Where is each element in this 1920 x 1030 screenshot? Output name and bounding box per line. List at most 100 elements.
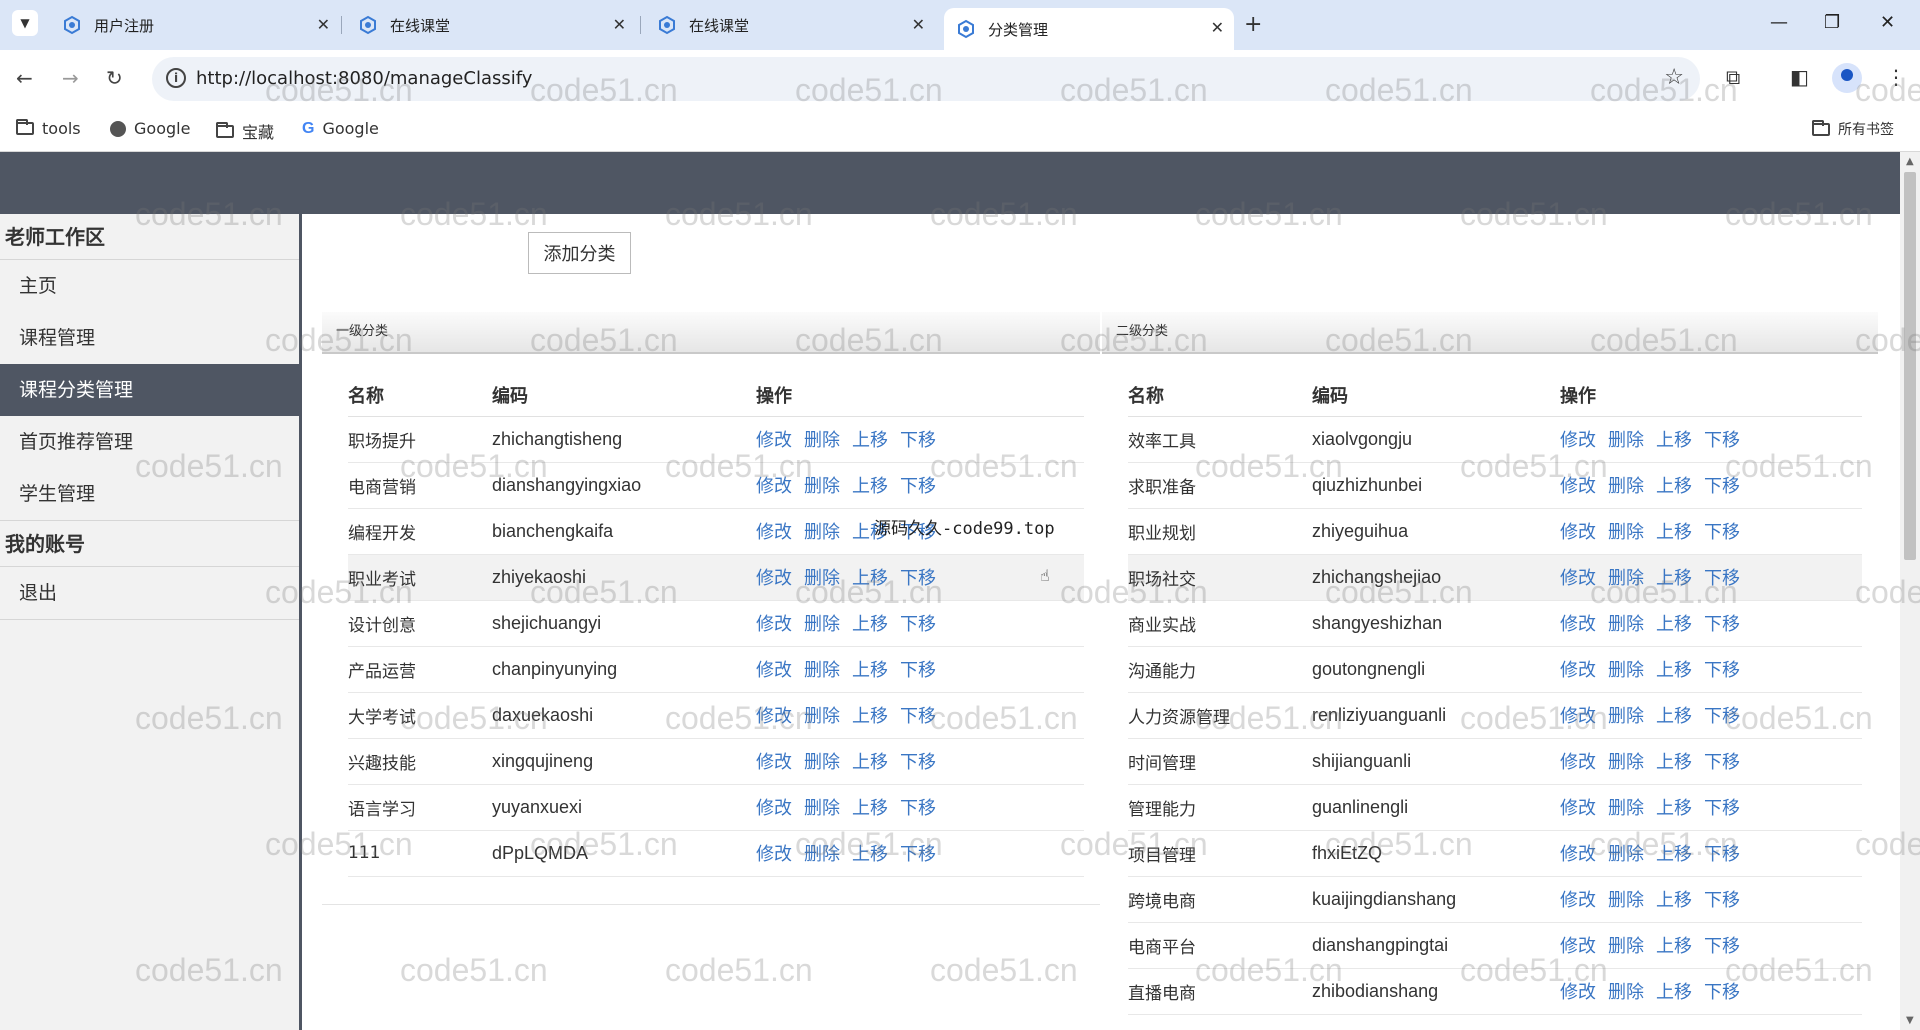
edit-link[interactable]: 修改 bbox=[1560, 798, 1596, 819]
sidebar-item-classify-manage[interactable]: 课程分类管理 bbox=[0, 364, 299, 416]
move-down-link[interactable]: 下移 bbox=[1704, 752, 1740, 773]
tab-online-class-1[interactable]: 在线课堂 ✕ bbox=[346, 8, 636, 42]
delete-link[interactable]: 删除 bbox=[1608, 844, 1644, 865]
move-up-link[interactable]: 上移 bbox=[852, 568, 888, 589]
delete-link[interactable]: 删除 bbox=[804, 522, 840, 543]
delete-link[interactable]: 删除 bbox=[804, 752, 840, 773]
move-down-link[interactable]: 下移 bbox=[900, 798, 936, 819]
move-up-link[interactable]: 上移 bbox=[852, 660, 888, 681]
move-up-link[interactable]: 上移 bbox=[1656, 660, 1692, 681]
delete-link[interactable]: 删除 bbox=[1608, 706, 1644, 727]
delete-link[interactable]: 删除 bbox=[1608, 982, 1644, 1003]
move-up-link[interactable]: 上移 bbox=[1656, 890, 1692, 911]
move-up-link[interactable]: 上移 bbox=[852, 430, 888, 451]
move-down-link[interactable]: 下移 bbox=[900, 476, 936, 497]
scroll-up-icon[interactable]: ▲ bbox=[1906, 156, 1914, 167]
delete-link[interactable]: 删除 bbox=[1608, 614, 1644, 635]
minimize-icon[interactable]: — bbox=[1770, 12, 1788, 33]
edit-link[interactable]: 修改 bbox=[756, 430, 792, 451]
move-down-link[interactable]: 下移 bbox=[1704, 430, 1740, 451]
delete-link[interactable]: 删除 bbox=[804, 844, 840, 865]
edit-link[interactable]: 修改 bbox=[1560, 660, 1596, 681]
move-down-link[interactable]: 下移 bbox=[900, 660, 936, 681]
window-close-icon[interactable]: ✕ bbox=[1880, 12, 1895, 33]
bookmark-google-2[interactable]: G Google bbox=[302, 119, 379, 138]
edit-link[interactable]: 修改 bbox=[1560, 614, 1596, 635]
move-down-link[interactable]: 下移 bbox=[1704, 568, 1740, 589]
move-up-link[interactable]: 上移 bbox=[1656, 614, 1692, 635]
move-down-link[interactable]: 下移 bbox=[900, 430, 936, 451]
edit-link[interactable]: 修改 bbox=[756, 660, 792, 681]
delete-link[interactable]: 删除 bbox=[804, 430, 840, 451]
edit-link[interactable]: 修改 bbox=[1560, 430, 1596, 451]
extensions-puzzle-icon[interactable]: ⧉ bbox=[1726, 65, 1740, 89]
delete-link[interactable]: 删除 bbox=[804, 660, 840, 681]
move-down-link[interactable]: 下移 bbox=[1704, 476, 1740, 497]
edit-link[interactable]: 修改 bbox=[756, 568, 792, 589]
move-down-link[interactable]: 下移 bbox=[1704, 614, 1740, 635]
edit-link[interactable]: 修改 bbox=[756, 844, 792, 865]
restore-icon[interactable]: ❐ bbox=[1824, 12, 1840, 33]
forward-arrow-icon[interactable]: → bbox=[62, 66, 79, 90]
edit-link[interactable]: 修改 bbox=[1560, 706, 1596, 727]
delete-link[interactable]: 删除 bbox=[1608, 752, 1644, 773]
delete-link[interactable]: 删除 bbox=[1608, 522, 1644, 543]
move-down-link[interactable]: 下移 bbox=[1704, 982, 1740, 1003]
sidebar-item-recommend-manage[interactable]: 首页推荐管理 bbox=[0, 416, 299, 468]
move-up-link[interactable]: 上移 bbox=[1656, 798, 1692, 819]
tab-user-register[interactable]: 用户注册 ✕ bbox=[50, 8, 340, 42]
edit-link[interactable]: 修改 bbox=[756, 798, 792, 819]
sidebar-item-logout[interactable]: 退出 bbox=[0, 567, 299, 619]
move-up-link[interactable]: 上移 bbox=[1656, 936, 1692, 957]
edit-link[interactable]: 修改 bbox=[756, 522, 792, 543]
edit-link[interactable]: 修改 bbox=[756, 476, 792, 497]
move-up-link[interactable]: 上移 bbox=[1656, 522, 1692, 543]
move-up-link[interactable]: 上移 bbox=[1656, 752, 1692, 773]
scroll-down-icon[interactable]: ▼ bbox=[1906, 1015, 1914, 1026]
tab-classify-manage[interactable]: 分类管理 ✕ bbox=[944, 8, 1234, 50]
more-menu-icon[interactable]: ⋮ bbox=[1886, 65, 1906, 89]
bookmark-tools[interactable]: tools bbox=[16, 119, 81, 138]
sidebar-item-home[interactable]: 主页 bbox=[0, 260, 299, 312]
delete-link[interactable]: 删除 bbox=[804, 614, 840, 635]
edit-link[interactable]: 修改 bbox=[1560, 844, 1596, 865]
new-tab-plus-icon[interactable]: + bbox=[1244, 12, 1262, 37]
move-up-link[interactable]: 上移 bbox=[1656, 476, 1692, 497]
tab-online-class-2[interactable]: 在线课堂 ✕ bbox=[645, 8, 935, 42]
all-bookmarks[interactable]: 所有书签 bbox=[1812, 119, 1894, 139]
page-scrollbar[interactable]: ▲ ▼ bbox=[1900, 152, 1920, 1030]
address-bar[interactable]: i http://localhost:8080/manageClassify ☆ bbox=[152, 57, 1700, 101]
edit-link[interactable]: 修改 bbox=[1560, 982, 1596, 1003]
edit-link[interactable]: 修改 bbox=[1560, 568, 1596, 589]
sidebar-item-course-manage[interactable]: 课程管理 bbox=[0, 312, 299, 364]
delete-link[interactable]: 删除 bbox=[1608, 476, 1644, 497]
move-down-link[interactable]: 下移 bbox=[1704, 706, 1740, 727]
side-panel-icon[interactable]: ◧ bbox=[1790, 65, 1809, 89]
delete-link[interactable]: 删除 bbox=[804, 476, 840, 497]
url-text[interactable]: http://localhost:8080/manageClassify bbox=[196, 68, 532, 89]
move-up-link[interactable]: 上移 bbox=[1656, 844, 1692, 865]
move-down-link[interactable]: 下移 bbox=[1704, 522, 1740, 543]
edit-link[interactable]: 修改 bbox=[1560, 936, 1596, 957]
move-up-link[interactable]: 上移 bbox=[852, 844, 888, 865]
sidebar-item-student-manage[interactable]: 学生管理 bbox=[0, 468, 299, 520]
bookmark-star-icon[interactable]: ☆ bbox=[1664, 65, 1684, 90]
move-down-link[interactable]: 下移 bbox=[900, 844, 936, 865]
edit-link[interactable]: 修改 bbox=[1560, 890, 1596, 911]
site-info-icon[interactable]: i bbox=[166, 68, 186, 88]
edit-link[interactable]: 修改 bbox=[1560, 522, 1596, 543]
edit-link[interactable]: 修改 bbox=[756, 706, 792, 727]
move-up-link[interactable]: 上移 bbox=[1656, 430, 1692, 451]
delete-link[interactable]: 删除 bbox=[1608, 798, 1644, 819]
tab-search-chevron-icon[interactable]: ▼ bbox=[12, 10, 38, 36]
delete-link[interactable]: 删除 bbox=[1608, 936, 1644, 957]
move-up-link[interactable]: 上移 bbox=[852, 752, 888, 773]
move-up-link[interactable]: 上移 bbox=[1656, 568, 1692, 589]
bookmark-treasure[interactable]: 宝藏 bbox=[216, 119, 274, 143]
delete-link[interactable]: 删除 bbox=[1608, 430, 1644, 451]
close-icon[interactable]: ✕ bbox=[613, 15, 626, 34]
move-down-link[interactable]: 下移 bbox=[900, 568, 936, 589]
move-down-link[interactable]: 下移 bbox=[900, 706, 936, 727]
move-down-link[interactable]: 下移 bbox=[900, 614, 936, 635]
edit-link[interactable]: 修改 bbox=[1560, 476, 1596, 497]
